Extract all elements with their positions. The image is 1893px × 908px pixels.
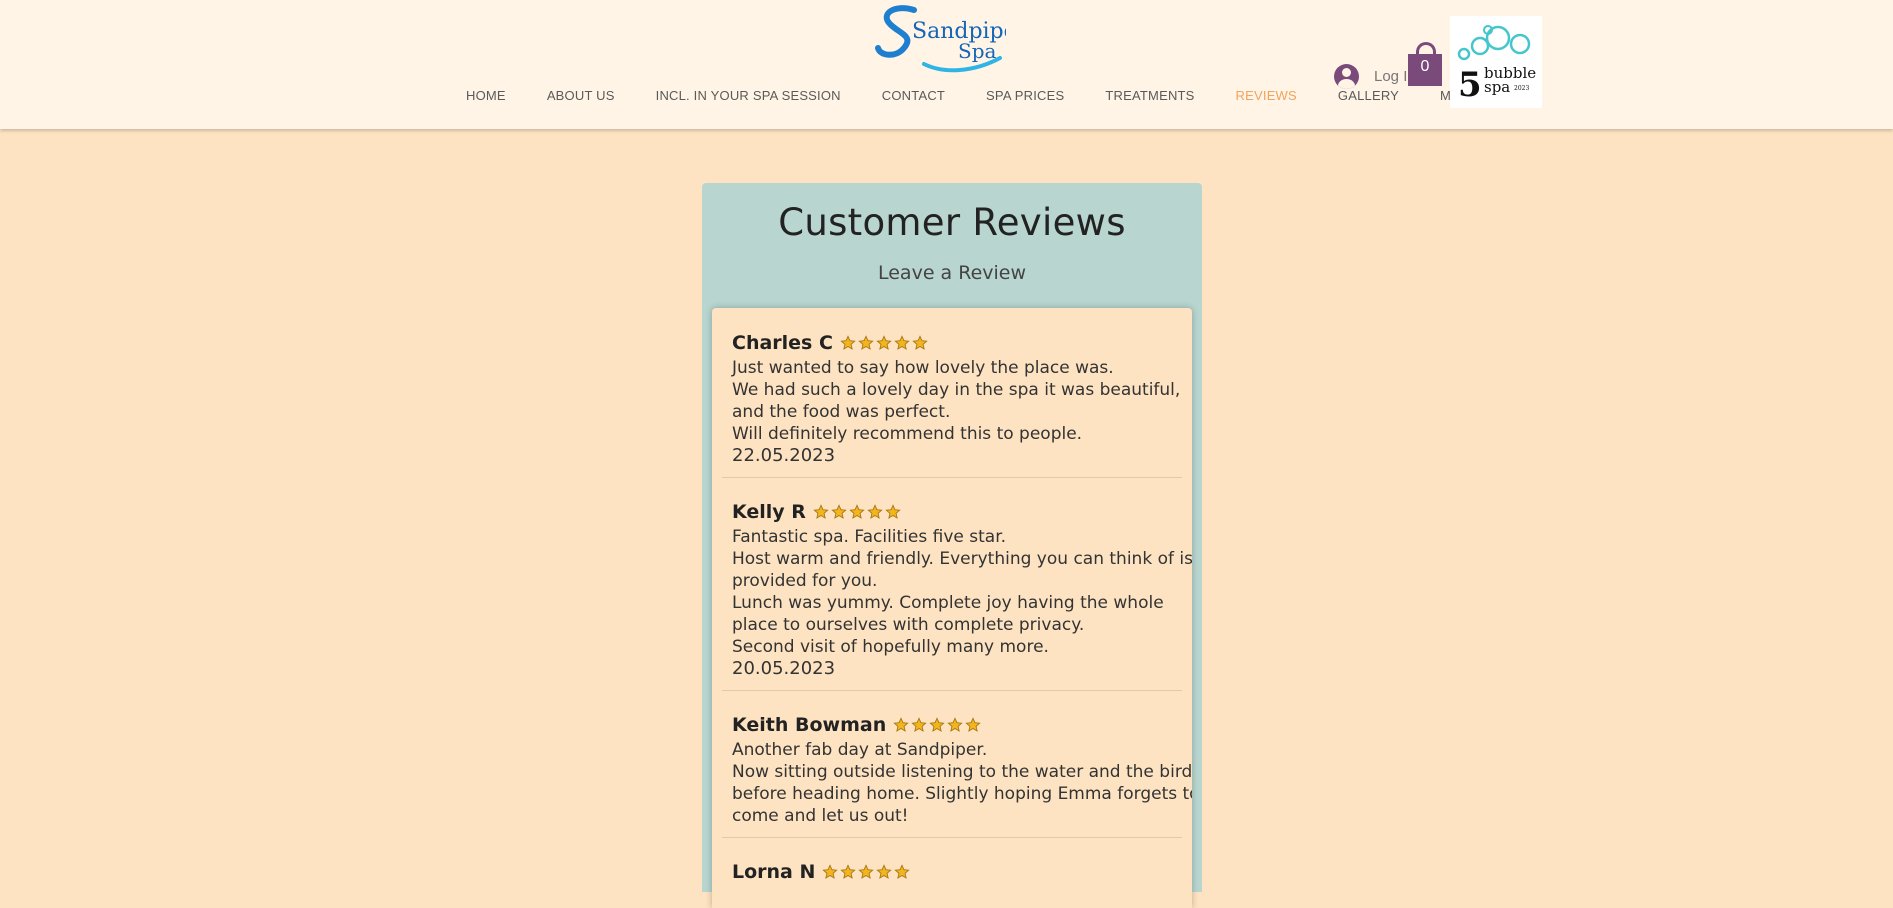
star-icon: [858, 335, 874, 350]
logo-word-spa: Spa: [958, 39, 997, 63]
star-icon: [947, 717, 963, 732]
reviewer-row: Lorna N: [732, 859, 1182, 885]
login-button[interactable]: Log I: [1334, 63, 1407, 89]
reviewer-name: Kelly R: [732, 501, 806, 523]
leave-review-link[interactable]: Leave a Review: [702, 262, 1202, 284]
review-date: 22.05.2023: [732, 445, 836, 466]
review-date: 20.05.2023: [732, 658, 836, 679]
star-icon: [867, 504, 883, 519]
reviewer-row: Kelly R: [732, 499, 1182, 525]
review-line: We had such a lovely day in the spa it w…: [732, 380, 1181, 400]
nav-incl-in-your-spa-session[interactable]: INCL. IN YOUR SPA SESSION: [656, 88, 841, 103]
reviewer-row: Keith Bowman: [732, 712, 1182, 738]
reviewer-name: Keith Bowman: [732, 714, 887, 736]
reviewer-name: Charles C: [732, 332, 833, 354]
badge-number: 5: [1458, 65, 1482, 105]
review-line: come and let us out!: [732, 806, 909, 826]
star-icon: [876, 864, 893, 879]
star-icon: [831, 504, 847, 519]
review-divider: [722, 837, 1182, 838]
cart-button[interactable]: 0: [1408, 42, 1442, 86]
star-icon: [813, 504, 829, 519]
nav-reviews[interactable]: REVIEWS: [1236, 88, 1297, 103]
star-icon: [965, 717, 981, 732]
review-item: Lorna N: [722, 859, 1182, 885]
five-bubble-spa-badge: 5 bubble spa 2023: [1450, 16, 1542, 108]
review-line: Host warm and friendly. Everything you c…: [732, 549, 1192, 569]
star-icon: [894, 864, 911, 879]
reviews-panel: Customer Reviews Leave a Review Charles …: [702, 183, 1202, 908]
nav-spa-prices[interactable]: SPA PRICES: [986, 88, 1064, 103]
review-text: Just wanted to say how lovely the place …: [732, 357, 1182, 467]
star-icon: [885, 504, 901, 519]
nav-about-us[interactable]: ABOUT US: [547, 88, 615, 103]
star-rating: [822, 864, 912, 880]
badge-year: 2023: [1514, 85, 1529, 92]
review-text: Another fab day at Sandpiper. Now sittin…: [732, 739, 1192, 827]
review-line: Another fab day at Sandpiper.: [732, 740, 988, 760]
star-icon: [893, 717, 909, 732]
review-line: Fantastic spa. Facilities five star.: [732, 527, 1007, 547]
review-line: Lunch was yummy. Complete joy having the…: [732, 593, 1164, 613]
star-icon: [840, 864, 857, 879]
nav-treatments[interactable]: TREATMENTS: [1105, 88, 1194, 103]
review-text: Fantastic spa. Facilities five star. Hos…: [732, 526, 1192, 680]
review-line: Just wanted to say how lovely the place …: [732, 358, 1114, 378]
star-rating: [893, 717, 983, 733]
review-line: provided for you.: [732, 571, 878, 591]
page-title: Customer Reviews: [778, 201, 1126, 244]
user-avatar-icon: [1334, 63, 1359, 89]
star-icon: [840, 335, 856, 350]
review-line: Will definitely recommend this to people…: [732, 424, 1083, 444]
reviews-list[interactable]: Charles C Just wanted to say how lovely …: [712, 308, 1192, 908]
review-item: Kelly R Fantastic spa. Facilities five s…: [722, 499, 1192, 680]
review-line: place to ourselves with complete privacy…: [732, 615, 1085, 635]
review-line: Now sitting outside listening to the wat…: [732, 762, 1192, 782]
bubble-badge-graphic: 5 bubble spa 2023: [1457, 25, 1536, 105]
review-item: Keith Bowman Another fab day at Sandpipe…: [722, 712, 1192, 827]
logo-graphic: Sandpiper Spa: [875, 5, 1006, 73]
reviewer-row: Charles C: [732, 330, 1182, 356]
badge-word-spa: spa: [1484, 78, 1510, 96]
star-icon: [912, 335, 928, 350]
nav-contact[interactable]: CONTACT: [882, 88, 945, 103]
star-rating: [813, 504, 903, 520]
cart-count: 0: [1420, 58, 1430, 75]
star-icon: [876, 335, 892, 350]
review-line: and the food was perfect.: [732, 402, 951, 422]
login-label: Log I: [1374, 67, 1408, 85]
nav-gallery[interactable]: GALLERY: [1338, 88, 1399, 103]
star-icon: [858, 864, 875, 879]
star-icon: [894, 335, 910, 350]
review-line: before heading home. Slightly hoping Emm…: [732, 784, 1192, 804]
review-divider: [722, 690, 1182, 691]
review-divider: [722, 477, 1182, 478]
site-header: Sandpiper Spa HOME ABOUT US INCL. IN YOU…: [0, 0, 1893, 129]
reviewer-name: Lorna N: [732, 861, 816, 883]
star-icon: [822, 864, 839, 879]
star-rating: [840, 335, 930, 351]
review-item: Charles C Just wanted to say how lovely …: [722, 330, 1182, 467]
star-icon: [929, 717, 945, 732]
star-icon: [849, 504, 865, 519]
sandpiper-spa-logo[interactable]: Sandpiper Spa: [874, 0, 1006, 76]
star-icon: [911, 717, 927, 732]
nav-home[interactable]: HOME: [466, 88, 506, 103]
review-line: Second visit of hopefully many more.: [732, 637, 1049, 657]
